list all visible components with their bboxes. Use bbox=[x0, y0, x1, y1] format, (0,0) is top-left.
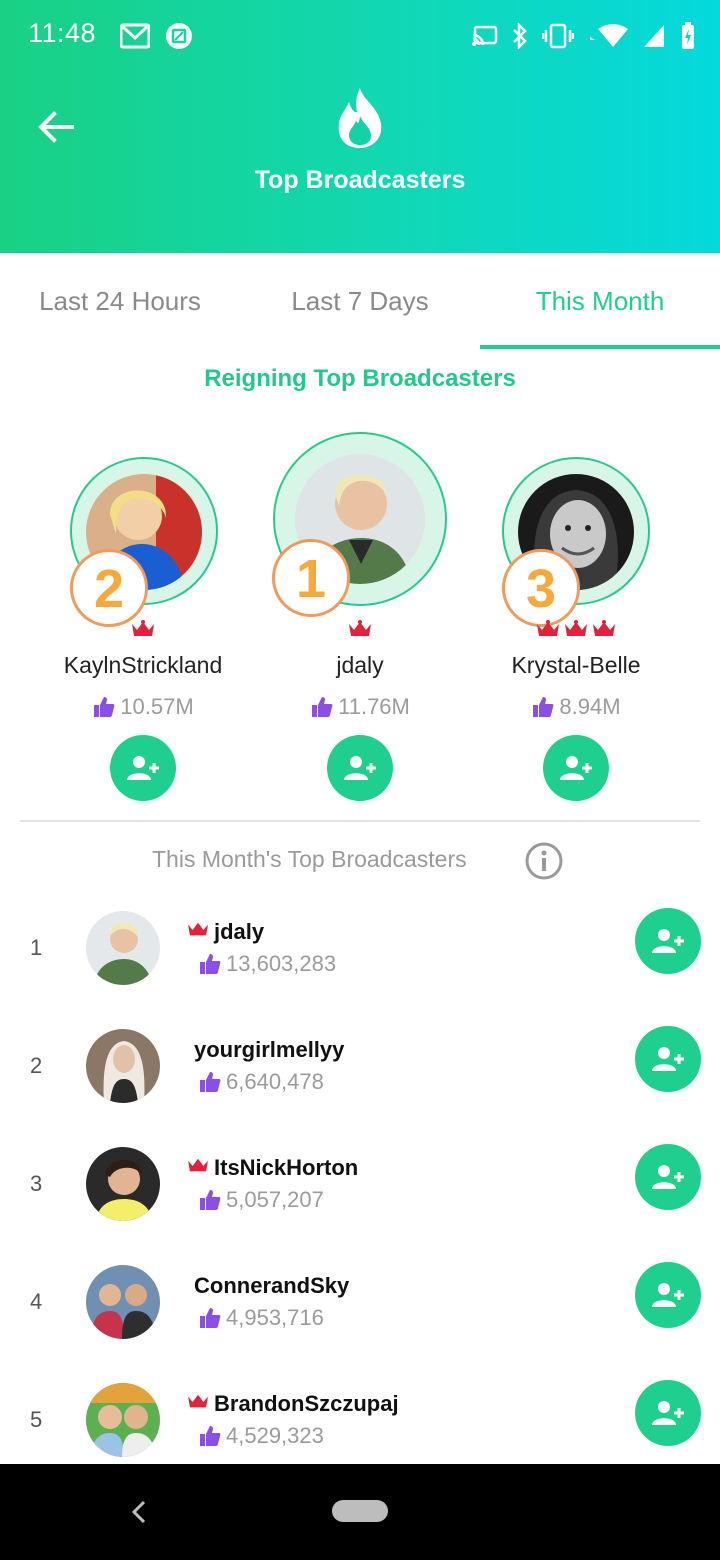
thumbs-up-icon bbox=[200, 1190, 221, 1210]
follow-button[interactable] bbox=[635, 1026, 701, 1092]
bluetooth-icon bbox=[513, 23, 527, 49]
list-item[interactable]: 1 jdaly 13,603,283 bbox=[0, 908, 720, 1029]
broadcaster-name[interactable]: yourgirlmellyy bbox=[194, 1037, 344, 1063]
crown-icon bbox=[451, 620, 701, 640]
add-user-icon bbox=[652, 1401, 684, 1425]
gmail-icon bbox=[120, 23, 150, 49]
add-user-icon bbox=[652, 1283, 684, 1307]
follow-button[interactable] bbox=[635, 1262, 701, 1328]
broadcaster-name[interactable]: ConnerandSky bbox=[194, 1273, 349, 1299]
rank-number: 3 bbox=[30, 1171, 43, 1196]
likes-count: 5,057,207 bbox=[226, 1187, 324, 1212]
tab-last-24-hours[interactable]: Last 24 Hours bbox=[0, 253, 240, 349]
rank-number: 4 bbox=[30, 1289, 43, 1314]
thumbs-up-icon bbox=[200, 1308, 221, 1328]
crown-icon bbox=[188, 1394, 208, 1408]
list-item[interactable]: 2 yourgirlmellyy 6,640,478 bbox=[0, 1026, 720, 1147]
likes-count: 10.57M bbox=[120, 694, 194, 719]
wifi-icon bbox=[590, 24, 628, 47]
likes-count: 8.94M bbox=[559, 694, 621, 719]
list-title: This Month's Top Broadcasters bbox=[152, 846, 467, 872]
add-user-icon bbox=[560, 756, 592, 780]
avatar[interactable] bbox=[86, 1383, 160, 1457]
vibrate-icon bbox=[542, 23, 574, 49]
crown-icon bbox=[188, 922, 208, 936]
screenshot-icon bbox=[166, 23, 192, 49]
status-time: 11:48 bbox=[28, 18, 97, 48]
rank-badge: 1 bbox=[272, 539, 350, 617]
page-title: Top Broadcasters bbox=[254, 166, 466, 194]
follow-button[interactable] bbox=[543, 735, 609, 801]
thumbs-up-icon bbox=[533, 697, 554, 717]
thumbs-up-icon bbox=[200, 1072, 221, 1092]
avatar[interactable] bbox=[86, 911, 160, 985]
tab-this-month[interactable]: This Month bbox=[480, 253, 720, 349]
reigning-title: Reigning Top Broadcasters bbox=[204, 365, 516, 392]
follow-button[interactable] bbox=[635, 1380, 701, 1446]
podium-name[interactable]: Krystal-Belle bbox=[451, 652, 701, 679]
period-tabs: Last 24 Hours Last 7 Days This Month bbox=[0, 253, 720, 349]
add-user-icon bbox=[652, 929, 684, 953]
flame-icon bbox=[338, 88, 382, 148]
thumbs-up-icon bbox=[200, 954, 221, 974]
arrow-left-icon[interactable] bbox=[34, 104, 80, 150]
thumbs-up-icon bbox=[312, 697, 333, 717]
thumbs-up-icon bbox=[94, 697, 115, 717]
follow-button[interactable] bbox=[327, 735, 393, 801]
cast-icon bbox=[472, 25, 498, 46]
likes-count: 11.76M bbox=[338, 694, 410, 719]
nav-home-pill[interactable] bbox=[332, 1500, 388, 1522]
battery-charging-icon bbox=[682, 22, 694, 49]
crown-icon bbox=[18, 620, 268, 640]
info-icon[interactable] bbox=[524, 841, 564, 881]
rank-number: 5 bbox=[30, 1407, 43, 1432]
add-user-icon bbox=[127, 756, 159, 780]
rank-badge: 2 bbox=[70, 549, 148, 627]
broadcaster-name[interactable]: jdaly bbox=[214, 919, 264, 945]
broadcaster-name[interactable]: ItsNickHorton bbox=[214, 1155, 358, 1181]
rank-number: 1 bbox=[30, 935, 43, 960]
podium-name[interactable]: KaylnStrickland bbox=[18, 652, 268, 679]
likes-count: 4,529,323 bbox=[226, 1423, 324, 1448]
broadcaster-name[interactable]: BrandonSzczupaj bbox=[214, 1391, 399, 1417]
app-header: 11:48 Top Broadcasters bbox=[0, 0, 720, 253]
list-item[interactable]: 4 ConnerandSky 4,953,716 bbox=[0, 1262, 720, 1383]
follow-button[interactable] bbox=[635, 908, 701, 974]
signal-icon bbox=[644, 25, 664, 47]
podium-name[interactable]: jdaly bbox=[235, 652, 485, 679]
follow-button[interactable] bbox=[635, 1144, 701, 1210]
add-user-icon bbox=[344, 756, 376, 780]
add-user-icon bbox=[652, 1165, 684, 1189]
crown-icon bbox=[188, 1158, 208, 1172]
crown-icon bbox=[235, 620, 485, 640]
tab-last-7-days[interactable]: Last 7 Days bbox=[240, 253, 480, 349]
status-bar: 11:48 bbox=[0, 0, 720, 72]
rank-number: 2 bbox=[30, 1053, 43, 1078]
likes-count: 13,603,283 bbox=[226, 951, 337, 976]
likes-count: 6,640,478 bbox=[226, 1069, 324, 1094]
list-item[interactable]: 3 ItsNickHorton 5,057,207 bbox=[0, 1144, 720, 1265]
avatar[interactable] bbox=[86, 1029, 160, 1103]
status-icons bbox=[472, 20, 696, 52]
rank-badge: 3 bbox=[502, 549, 580, 627]
avatar[interactable] bbox=[86, 1265, 160, 1339]
likes-count: 4,953,716 bbox=[226, 1305, 324, 1330]
avatar[interactable] bbox=[86, 1147, 160, 1221]
nav-back-icon[interactable] bbox=[128, 1498, 150, 1526]
thumbs-up-icon bbox=[200, 1426, 221, 1446]
add-user-icon bbox=[652, 1047, 684, 1071]
divider bbox=[20, 820, 700, 822]
follow-button[interactable] bbox=[110, 735, 176, 801]
